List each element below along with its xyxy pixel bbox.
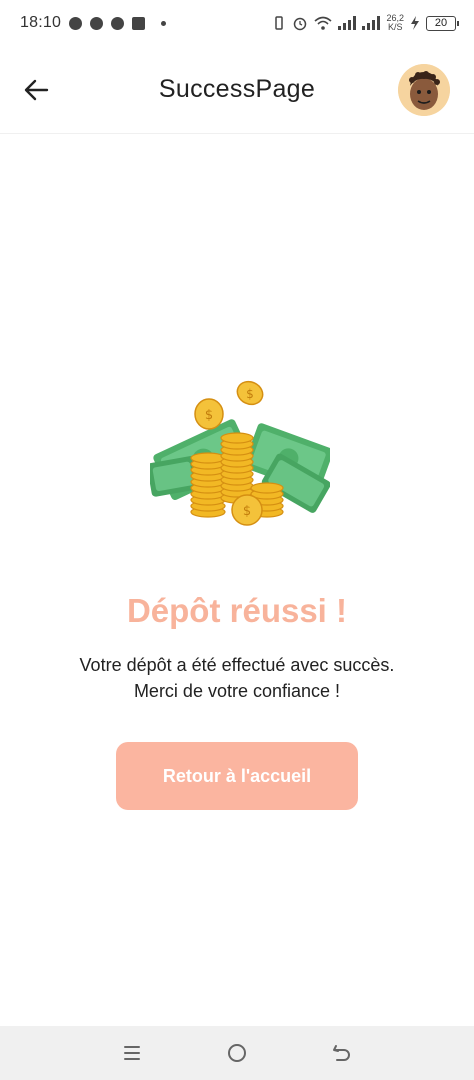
recent-apps-button[interactable] [112,1033,152,1073]
back-to-home-button[interactable]: Retour à l'accueil [116,742,358,810]
signal-icon [338,16,357,30]
status-bar: 18:10 26,2 K/S 20 [0,0,474,46]
charging-icon [411,16,419,30]
battery-icon: 20 [426,15,459,31]
s-app-icon [132,16,146,30]
svg-text:$: $ [243,504,251,519]
avatar[interactable] [398,64,450,116]
user-avatar-icon [398,64,450,116]
money-coins-illustration: $ $ $ [147,372,334,532]
recent-apps-icon [124,1046,141,1060]
snapchat-icon [69,16,83,30]
signal-icon [362,16,381,30]
vibrate-icon [275,16,284,30]
home-icon [227,1044,246,1062]
wifi-icon [314,16,332,30]
net-speed-unit: K/S [387,22,403,32]
facebook-icon [90,16,104,30]
notification-dot-icon [161,20,167,26]
success-message-line2: Merci de votre confiance ! [133,681,341,701]
success-title: Dépôt réussi ! [126,592,348,629]
net-speed: 26,2 K/S [386,14,404,32]
svg-text:$: $ [205,408,213,423]
money-icon: $ $ $ [147,380,334,526]
status-right: 26,2 K/S 20 [272,14,459,32]
success-message-line1: Votre dépôt a été effectué avec succès. [79,655,395,675]
system-nav-bar [0,1026,474,1080]
status-left: 18:10 [20,14,167,32]
alarm-icon [111,16,125,30]
home-button[interactable] [217,1033,257,1073]
success-message: Votre dépôt a été effectué avec succès. … [0,652,474,704]
alarm-icon [294,17,307,31]
system-back-button[interactable] [322,1033,362,1073]
app-bar: SuccessPage [0,46,474,134]
status-time: 18:10 [20,14,62,31]
svg-text:$: $ [246,387,254,401]
back-icon [332,1045,350,1061]
